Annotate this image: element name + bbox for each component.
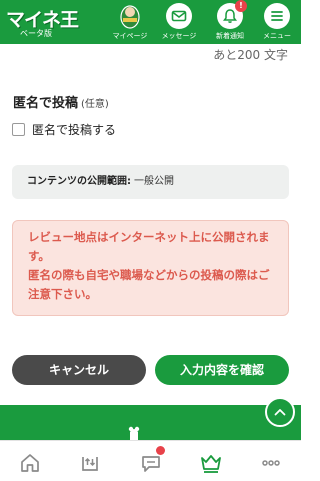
anonymous-title-text: 匿名で投稿 (13, 96, 79, 111)
tab-ranking[interactable] (199, 451, 223, 475)
warning-box: レビュー地点はインターネット上に公開されます。 匿名の際も自宅や職場などからの投… (12, 220, 289, 316)
notification-badge: ! (235, 0, 247, 12)
logo-subtitle: ベータ版 (20, 29, 52, 38)
bell-icon: ! (217, 0, 247, 29)
nav-notifications[interactable]: ! 新着通知 (206, 0, 254, 44)
visibility-scope-box: コンテンツの公開範囲: 一般公開 (12, 165, 289, 199)
nav-messages[interactable]: メッセージ (155, 2, 203, 44)
bottom-tab-bar (0, 440, 301, 481)
mascot-icon (128, 426, 140, 440)
chevron-up-icon (274, 409, 286, 416)
confirm-button[interactable]: 入力内容を確認 (155, 355, 289, 385)
warning-line-1: レビュー地点はインターネット上に公開されます。 (28, 230, 270, 263)
crown-icon (201, 455, 221, 473)
upload-icon (82, 457, 98, 471)
tab-more[interactable] (259, 451, 283, 475)
scroll-to-top-button[interactable] (265, 397, 295, 427)
chat-badge-dot (156, 446, 165, 455)
remaining-chars: あと200 文字 (213, 48, 288, 62)
anonymous-checkbox-label[interactable]: 匿名で投稿する (32, 121, 116, 138)
nav-messages-label: メッセージ (161, 32, 197, 40)
warning-line-2: 匿名の際も自宅や職場などからの投稿の際はご注意下さい。 (28, 268, 270, 301)
home-icon (21, 454, 39, 472)
scope-value: 一般公開 (134, 176, 174, 187)
anonymous-section-title: 匿名で投稿 (任意) (13, 92, 109, 111)
optional-label: (任意) (81, 99, 109, 110)
anonymous-checkbox-row[interactable]: 匿名で投稿する (12, 121, 116, 137)
tab-upload[interactable] (78, 451, 102, 475)
nav-notifications-label: 新着通知 (216, 32, 244, 40)
menu-icon (264, 3, 290, 29)
more-icon (262, 460, 280, 466)
footer-banner (0, 405, 301, 440)
logo[interactable]: マイネ王 ベータ版 (6, 5, 90, 39)
scope-label: コンテンツの公開範囲: (27, 176, 131, 187)
cancel-button[interactable]: キャンセル (12, 355, 146, 385)
tab-home[interactable] (18, 451, 42, 475)
tab-chat[interactable] (139, 446, 165, 475)
nav-mypage[interactable]: マイページ (106, 2, 154, 44)
nav-mypage-label: マイページ (112, 32, 148, 40)
avatar-icon (117, 3, 143, 29)
nav-menu-label: メニュー (263, 32, 291, 40)
app-header: マイネ王 ベータ版 マイページ メッセージ ! 新着通知 メニュー (0, 0, 301, 44)
anonymous-checkbox[interactable] (12, 122, 25, 136)
mail-icon (166, 3, 192, 29)
nav-menu[interactable]: メニュー (253, 2, 301, 44)
